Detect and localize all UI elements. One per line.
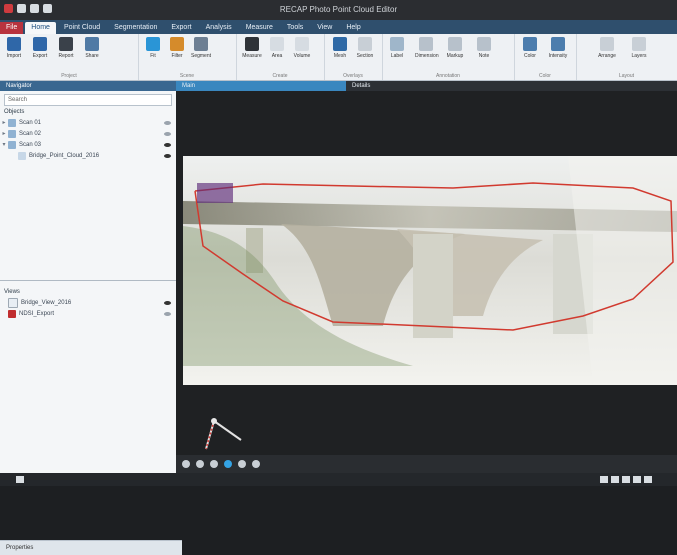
title-bar: RECAP Photo Point Cloud Editor — [0, 0, 677, 20]
panel-splitter[interactable] — [0, 280, 176, 281]
group-scene: Fit Filter Segment Scene — [138, 34, 237, 80]
tab-analysis[interactable]: Analysis — [200, 22, 238, 34]
tab-tools[interactable]: Tools — [281, 22, 309, 34]
visibility-icon[interactable] — [164, 154, 171, 158]
layers-button[interactable]: Layers — [628, 37, 650, 59]
filter-button[interactable]: Filter — [166, 37, 188, 59]
markup-button[interactable]: Markup — [444, 37, 466, 59]
group-label-project: Project — [61, 73, 77, 79]
share-button[interactable]: Share — [81, 37, 103, 59]
section-button[interactable]: Section — [354, 37, 376, 59]
zoom-tool-icon[interactable] — [210, 460, 218, 468]
tab-measure[interactable]: Measure — [240, 22, 279, 34]
tree-item-scan02[interactable]: ▸ Scan 02 — [0, 128, 176, 139]
point-cloud-scene[interactable] — [183, 156, 677, 385]
tab-export[interactable]: Export — [165, 22, 197, 34]
navigator-search-input[interactable]: Search — [4, 94, 172, 106]
measure-button[interactable]: Measure — [241, 37, 263, 59]
tab-help[interactable]: Help — [340, 22, 366, 34]
tab-home[interactable]: Home — [25, 22, 56, 34]
import-button[interactable]: Import — [3, 37, 25, 59]
orbit-tool-icon[interactable] — [182, 460, 190, 468]
axis-gizmo[interactable] — [196, 415, 266, 455]
pier-middle — [413, 234, 453, 338]
settings-tool-icon[interactable] — [252, 460, 260, 468]
mesh-button[interactable]: Mesh — [329, 37, 351, 59]
left-panel: Navigator Search Objects ▸ Scan 01 ▸ Scan … — [0, 81, 182, 555]
status-icon-4[interactable] — [633, 476, 641, 483]
tab-details-view[interactable]: Details — [346, 81, 516, 91]
group-create: Measure Area Volume Create — [236, 34, 325, 80]
visibility-icon[interactable] — [164, 132, 171, 136]
views-section: Views Bridge_View_2016 NDSI_Export — [0, 286, 176, 319]
measure-tool-icon[interactable] — [238, 460, 246, 468]
viewport-toolbar — [176, 455, 677, 473]
export-button[interactable]: Export — [29, 37, 51, 59]
purple-marker — [197, 183, 233, 203]
tab-main-view[interactable]: Main — [176, 81, 346, 91]
visibility-icon[interactable] — [164, 312, 171, 316]
visibility-icon[interactable] — [164, 143, 171, 147]
group-overlays: Mesh Section Overlays — [324, 34, 383, 80]
view-item-bridge[interactable]: Bridge_View_2016 — [0, 297, 176, 308]
view-item-ndsi[interactable]: NDSI_Export — [0, 308, 176, 319]
group-label-scene: Scene — [179, 73, 195, 79]
group-layout: Arrange Layers Layout — [576, 34, 677, 80]
tab-file[interactable]: File — [0, 22, 24, 34]
status-icon-3[interactable] — [622, 476, 630, 483]
visibility-icon[interactable] — [164, 121, 171, 125]
group-project: Import Export Report Share Project — [0, 34, 139, 80]
group-label-layout: Layout — [618, 73, 634, 79]
group-label-color: Color — [539, 73, 551, 79]
color-button[interactable]: Color — [519, 37, 541, 59]
objects-section-title: Objects — [4, 109, 25, 115]
visibility-icon[interactable] — [164, 301, 171, 305]
tree-item-scan01[interactable]: ▸ Scan 01 — [0, 117, 176, 128]
views-section-title: Views — [4, 289, 20, 295]
status-bar — [0, 473, 677, 486]
dimension-button[interactable]: Dimension — [415, 37, 439, 59]
intensity-button[interactable]: Intensity — [547, 37, 569, 59]
tab-segmentation[interactable]: Segmentation — [108, 22, 163, 34]
tree-item-bridge-point-cloud[interactable]: Bridge_Point_Cloud_2016 — [0, 150, 176, 161]
group-label-overlays: Overlays — [343, 73, 363, 79]
group-annotation: Label Dimension Markup Note Annotation — [382, 34, 515, 80]
fit-button[interactable]: Fit — [142, 37, 164, 59]
volume-button[interactable]: Volume — [291, 37, 313, 59]
window-title: RECAP Photo Point Cloud Editor — [279, 5, 398, 14]
status-icon-5[interactable] — [644, 476, 652, 483]
status-icon-left — [16, 476, 24, 483]
properties-tab[interactable]: Properties — [0, 540, 182, 555]
group-label-annotation: Annotation — [436, 73, 460, 79]
arrange-button[interactable]: Arrange — [596, 37, 618, 59]
group-color: Color Intensity Color — [514, 34, 577, 80]
ribbon-tabs: File Home Point Cloud Segmentation Expor… — [0, 20, 677, 34]
pan-tool-icon[interactable] — [196, 460, 204, 468]
main-view: Main Details — [176, 81, 677, 473]
status-icon-2[interactable] — [611, 476, 619, 483]
report-button[interactable]: Report — [55, 37, 77, 59]
group-label-create: Create — [272, 73, 288, 79]
tree-item-scan03[interactable]: ▾ Scan 03 — [0, 139, 176, 150]
view-tabs: Main Details — [176, 81, 677, 91]
tab-point-cloud[interactable]: Point Cloud — [58, 22, 106, 34]
status-icon-1[interactable] — [600, 476, 608, 483]
label-button[interactable]: Label — [386, 37, 408, 59]
color-mode-icon[interactable] — [224, 460, 232, 468]
ribbon: Import Export Report Share Project Fit F… — [0, 34, 677, 81]
navigator-header: Navigator — [0, 81, 176, 91]
tab-view[interactable]: View — [311, 22, 338, 34]
segment-button[interactable]: Segment — [190, 37, 212, 59]
note-button[interactable]: Note — [473, 37, 495, 59]
area-button[interactable]: Area — [266, 37, 288, 59]
